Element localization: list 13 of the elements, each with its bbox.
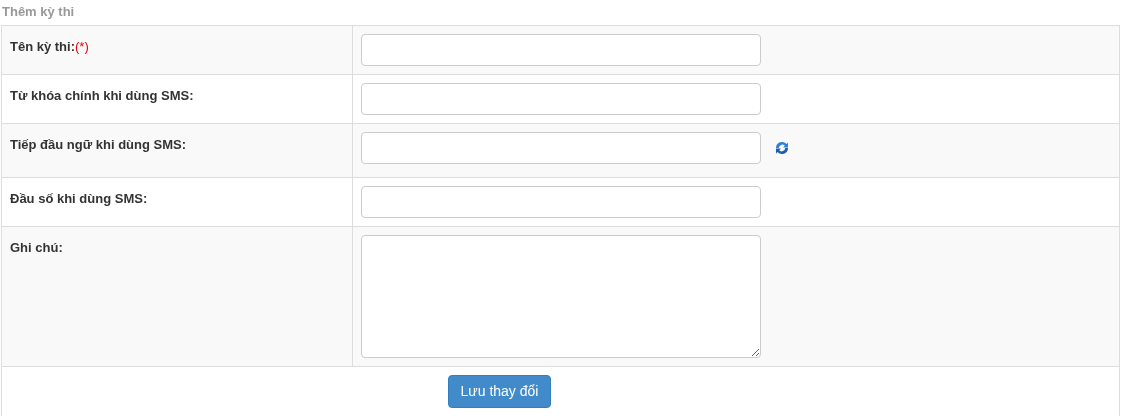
field-label: Từ khóa chính khi dùng SMS: xyxy=(10,88,194,103)
refresh-icon[interactable] xyxy=(773,140,791,156)
field-label: Tiếp đầu ngữ khi dùng SMS: xyxy=(10,137,186,152)
text-field[interactable] xyxy=(361,83,761,115)
field-label: Đầu số khi dùng SMS: xyxy=(10,191,148,206)
field-label: Tên kỳ thi:(*) xyxy=(10,39,89,54)
form-title: Thêm kỳ thi xyxy=(1,3,76,21)
field-label: Ghi chú: xyxy=(10,240,63,255)
text-field[interactable] xyxy=(361,34,761,66)
text-field[interactable] xyxy=(361,132,761,164)
notes-field[interactable] xyxy=(361,235,761,358)
text-field[interactable] xyxy=(361,186,761,218)
save-button[interactable]: Lưu thay đổi xyxy=(447,375,552,408)
